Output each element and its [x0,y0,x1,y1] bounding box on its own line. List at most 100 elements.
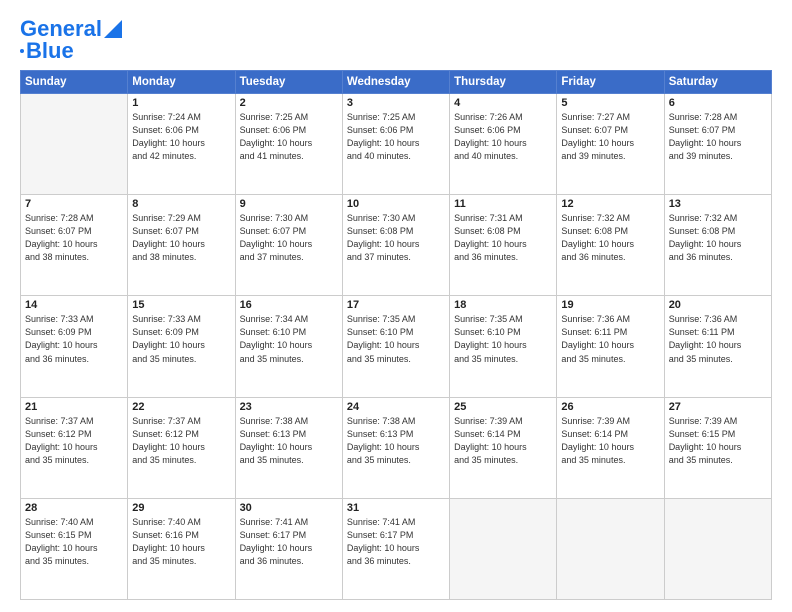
calendar-cell: 3Sunrise: 7:25 AM Sunset: 6:06 PM Daylig… [342,94,449,195]
calendar-cell [664,498,771,599]
calendar-cell [557,498,664,599]
day-number: 7 [25,198,123,210]
day-number: 15 [132,299,230,311]
calendar-cell: 22Sunrise: 7:37 AM Sunset: 6:12 PM Dayli… [128,397,235,498]
calendar-cell [21,94,128,195]
calendar-cell: 24Sunrise: 7:38 AM Sunset: 6:13 PM Dayli… [342,397,449,498]
day-number: 17 [347,299,445,311]
day-info: Sunrise: 7:35 AM Sunset: 6:10 PM Dayligh… [347,313,445,365]
day-number: 23 [240,401,338,413]
calendar-cell: 27 Sunrise: 7:39 AM Sunset: 6:15 PM Dayli… [664,397,771,498]
day-number: 14 [25,299,123,311]
day-info: Sunrise: 7:36 AM Sunset: 6:11 PM Dayligh… [669,313,767,365]
day-number: 1 [132,97,230,109]
day-number: 20 [669,299,767,311]
day-info: Sunrise: 7:41 AM Sunset: 6:17 PM Dayligh… [240,516,338,568]
day-number: 31 [347,502,445,514]
day-info: Sunrise: 7:33 AM Sunset: 6:09 PM Dayligh… [132,313,230,365]
day-info: Sunrise: 7:34 AM Sunset: 6:10 PM Dayligh… [240,313,338,365]
day-info: Sunrise: 7:40 AM Sunset: 6:15 PM Dayligh… [25,516,123,568]
day-number: 10 [347,198,445,210]
week-row-1: 7 Sunrise: 7:28 AM Sunset: 6:07 PM Daylig… [21,195,772,296]
day-number: 6 [669,97,767,109]
day-number: 21 [25,401,123,413]
calendar-cell: 26 Sunrise: 7:39 AM Sunset: 6:14 PM Dayli… [557,397,664,498]
day-info: Sunrise: 7:39 AM Sunset: 6:15 PM Dayligh… [669,415,767,467]
col-header-wednesday: Wednesday [342,71,449,94]
calendar-cell: 17 Sunrise: 7:35 AM Sunset: 6:10 PM Dayli… [342,296,449,397]
day-info: Sunrise: 7:32 AM Sunset: 6:08 PM Dayligh… [561,212,659,264]
day-number: 11 [454,198,552,210]
col-header-friday: Friday [557,71,664,94]
calendar-cell: 10 Sunrise: 7:30 AM Sunset: 6:08 PM Dayli… [342,195,449,296]
col-header-thursday: Thursday [450,71,557,94]
day-number: 12 [561,198,659,210]
calendar-cell: 25 Sunrise: 7:39 AM Sunset: 6:14 PM Dayli… [450,397,557,498]
day-info: Sunrise: 7:39 AM Sunset: 6:14 PM Dayligh… [561,415,659,467]
calendar-cell: 13 Sunrise: 7:32 AM Sunset: 6:08 PM Dayli… [664,195,771,296]
calendar-cell: 11 Sunrise: 7:31 AM Sunset: 6:08 PM Dayli… [450,195,557,296]
calendar-cell: 2Sunrise: 7:25 AM Sunset: 6:06 PM Daylig… [235,94,342,195]
day-info: Sunrise: 7:27 AM Sunset: 6:07 PM Dayligh… [561,111,659,163]
week-row-2: 14 Sunrise: 7:33 AM Sunset: 6:09 PM Dayli… [21,296,772,397]
day-info: Sunrise: 7:28 AM Sunset: 6:07 PM Dayligh… [25,212,123,264]
day-number: 13 [669,198,767,210]
col-header-sunday: Sunday [21,71,128,94]
calendar-cell: 15 Sunrise: 7:33 AM Sunset: 6:09 PM Dayli… [128,296,235,397]
day-number: 27 [669,401,767,413]
calendar-cell: 6 Sunrise: 7:28 AM Sunset: 6:07 PM Daylig… [664,94,771,195]
col-header-tuesday: Tuesday [235,71,342,94]
calendar-cell: 28 Sunrise: 7:40 AM Sunset: 6:15 PM Dayli… [21,498,128,599]
day-info: Sunrise: 7:30 AM Sunset: 6:08 PM Dayligh… [347,212,445,264]
calendar-header-row: SundayMondayTuesdayWednesdayThursdayFrid… [21,71,772,94]
day-info: Sunrise: 7:39 AM Sunset: 6:14 PM Dayligh… [454,415,552,467]
day-number: 26 [561,401,659,413]
day-info: Sunrise: 7:28 AM Sunset: 6:07 PM Dayligh… [669,111,767,163]
calendar-cell: 14Sunrise: 7:33 AM Sunset: 6:09 PM Dayli… [21,296,128,397]
day-info: Sunrise: 7:36 AM Sunset: 6:11 PM Dayligh… [561,313,659,365]
day-number: 18 [454,299,552,311]
header: General Blue [20,18,772,62]
calendar-cell: 9Sunrise: 7:30 AM Sunset: 6:07 PM Daylig… [235,195,342,296]
page: General Blue SundayMondayTuesdayWednesda… [0,0,792,612]
day-info: Sunrise: 7:37 AM Sunset: 6:12 PM Dayligh… [132,415,230,467]
calendar-cell: 12 Sunrise: 7:32 AM Sunset: 6:08 PM Dayli… [557,195,664,296]
week-row-0: 1 Sunrise: 7:24 AM Sunset: 6:06 PM Daylig… [21,94,772,195]
logo-arrow-icon [104,20,122,38]
day-number: 5 [561,97,659,109]
day-number: 8 [132,198,230,210]
calendar-cell: 23 Sunrise: 7:38 AM Sunset: 6:13 PM Dayli… [235,397,342,498]
logo-blue: Blue [26,40,74,62]
day-number: 24 [347,401,445,413]
calendar-table: SundayMondayTuesdayWednesdayThursdayFrid… [20,70,772,600]
day-info: Sunrise: 7:26 AM Sunset: 6:06 PM Dayligh… [454,111,552,163]
week-row-3: 21 Sunrise: 7:37 AM Sunset: 6:12 PM Dayli… [21,397,772,498]
calendar-cell: 31Sunrise: 7:41 AM Sunset: 6:17 PM Dayli… [342,498,449,599]
calendar-cell: 5 Sunrise: 7:27 AM Sunset: 6:07 PM Daylig… [557,94,664,195]
calendar-cell: 16 Sunrise: 7:34 AM Sunset: 6:10 PM Dayli… [235,296,342,397]
calendar-cell: 29Sunrise: 7:40 AM Sunset: 6:16 PM Dayli… [128,498,235,599]
day-number: 19 [561,299,659,311]
day-info: Sunrise: 7:31 AM Sunset: 6:08 PM Dayligh… [454,212,552,264]
logo: General Blue [20,18,122,62]
day-info: Sunrise: 7:29 AM Sunset: 6:07 PM Dayligh… [132,212,230,264]
logo-dot [20,49,24,53]
day-info: Sunrise: 7:38 AM Sunset: 6:13 PM Dayligh… [240,415,338,467]
calendar-cell: 20 Sunrise: 7:36 AM Sunset: 6:11 PM Dayli… [664,296,771,397]
week-row-4: 28 Sunrise: 7:40 AM Sunset: 6:15 PM Dayli… [21,498,772,599]
day-info: Sunrise: 7:24 AM Sunset: 6:06 PM Dayligh… [132,111,230,163]
calendar-cell: 4Sunrise: 7:26 AM Sunset: 6:06 PM Daylig… [450,94,557,195]
col-header-saturday: Saturday [664,71,771,94]
calendar-cell: 1 Sunrise: 7:24 AM Sunset: 6:06 PM Daylig… [128,94,235,195]
calendar-cell: 21Sunrise: 7:37 AM Sunset: 6:12 PM Dayli… [21,397,128,498]
calendar-cell [450,498,557,599]
day-number: 25 [454,401,552,413]
calendar-cell: 18 Sunrise: 7:35 AM Sunset: 6:10 PM Dayli… [450,296,557,397]
day-number: 29 [132,502,230,514]
day-number: 28 [25,502,123,514]
day-info: Sunrise: 7:32 AM Sunset: 6:08 PM Dayligh… [669,212,767,264]
day-number: 30 [240,502,338,514]
day-info: Sunrise: 7:35 AM Sunset: 6:10 PM Dayligh… [454,313,552,365]
logo-text: General [20,18,102,40]
day-number: 16 [240,299,338,311]
